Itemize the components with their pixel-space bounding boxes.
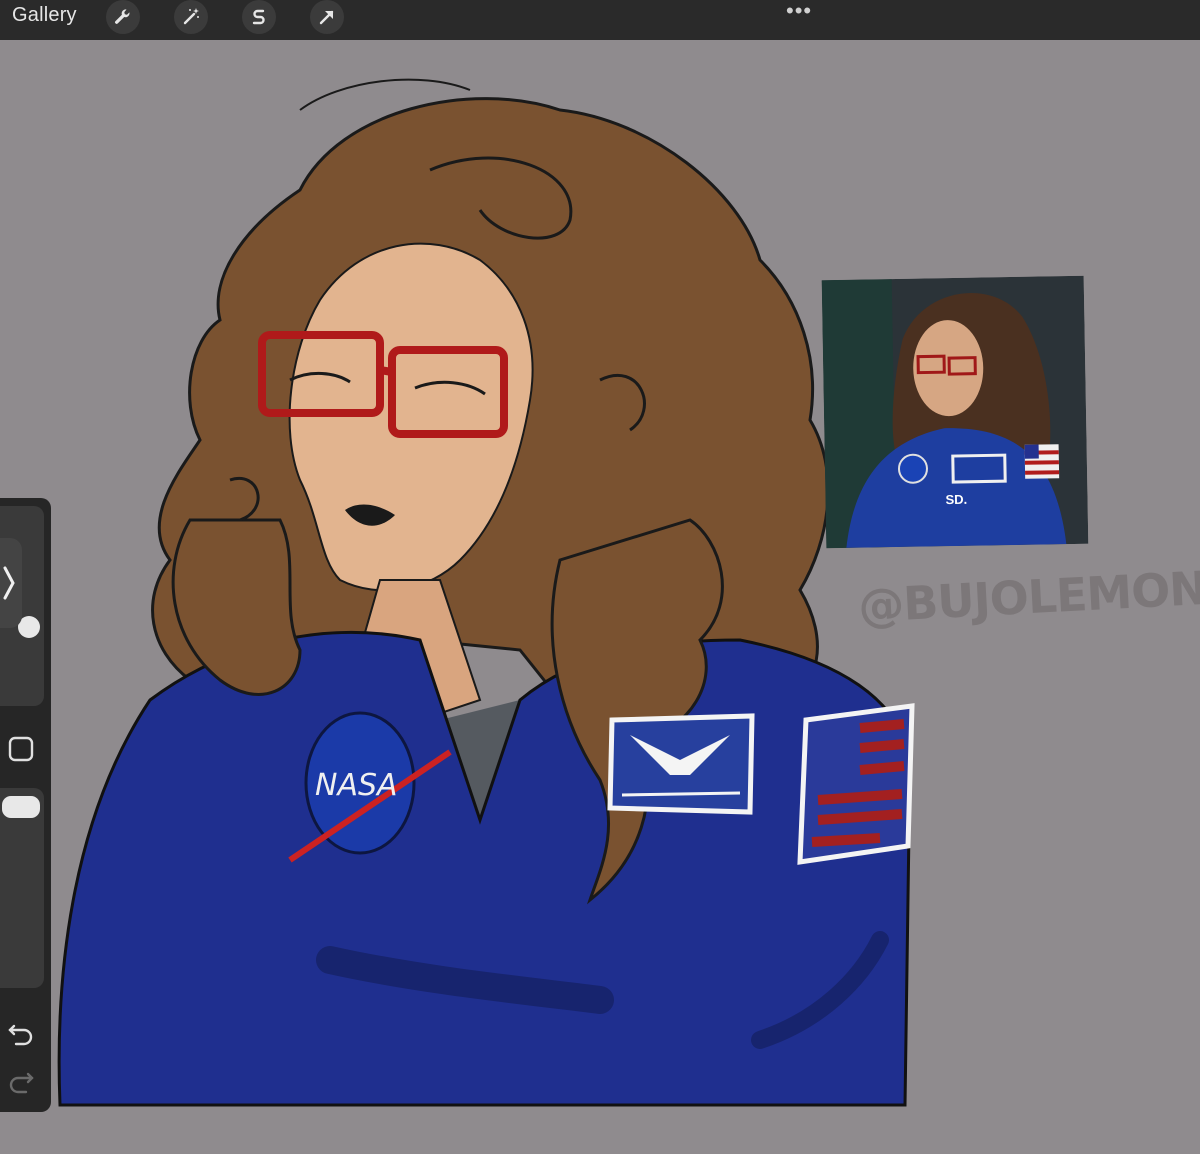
modify-square-icon [8,736,34,762]
selection-button[interactable] [242,0,276,34]
opacity-handle[interactable] [2,796,40,818]
undo-icon [8,1024,33,1046]
arrow-cursor-icon [319,10,334,25]
sidebar-expand-button[interactable] [0,538,22,628]
reference-photo-image [821,275,1089,549]
undo-button[interactable] [6,1016,36,1046]
selection-s-icon [252,9,265,25]
redo-button[interactable] [6,1064,36,1094]
magic-wand-icon [183,8,199,25]
transform-button[interactable] [310,0,344,34]
modify-button[interactable] [8,736,34,762]
more-menu-dots[interactable]: ••• [786,0,812,24]
svg-text:NASA: NASA [315,768,398,803]
brush-sidebar [0,498,51,1112]
name-tag-patch [607,713,755,815]
reference-photo[interactable]: SD. [821,275,1089,549]
redo-icon [9,1072,34,1094]
top-toolbar: Gallery ••• [0,0,1200,40]
reference-photo-caption: SD. [945,491,968,508]
actions-button[interactable] [106,0,140,34]
drawing-canvas[interactable]: NASA SD. @BUJOLEMONGLOW [0,40,1200,1154]
adjustments-button[interactable] [174,0,208,34]
flag-patch [797,703,915,865]
opacity-slider[interactable] [0,788,44,988]
gallery-button[interactable]: Gallery [12,4,77,27]
wrench-icon [115,9,130,24]
expand-chevron-icon [3,566,15,600]
